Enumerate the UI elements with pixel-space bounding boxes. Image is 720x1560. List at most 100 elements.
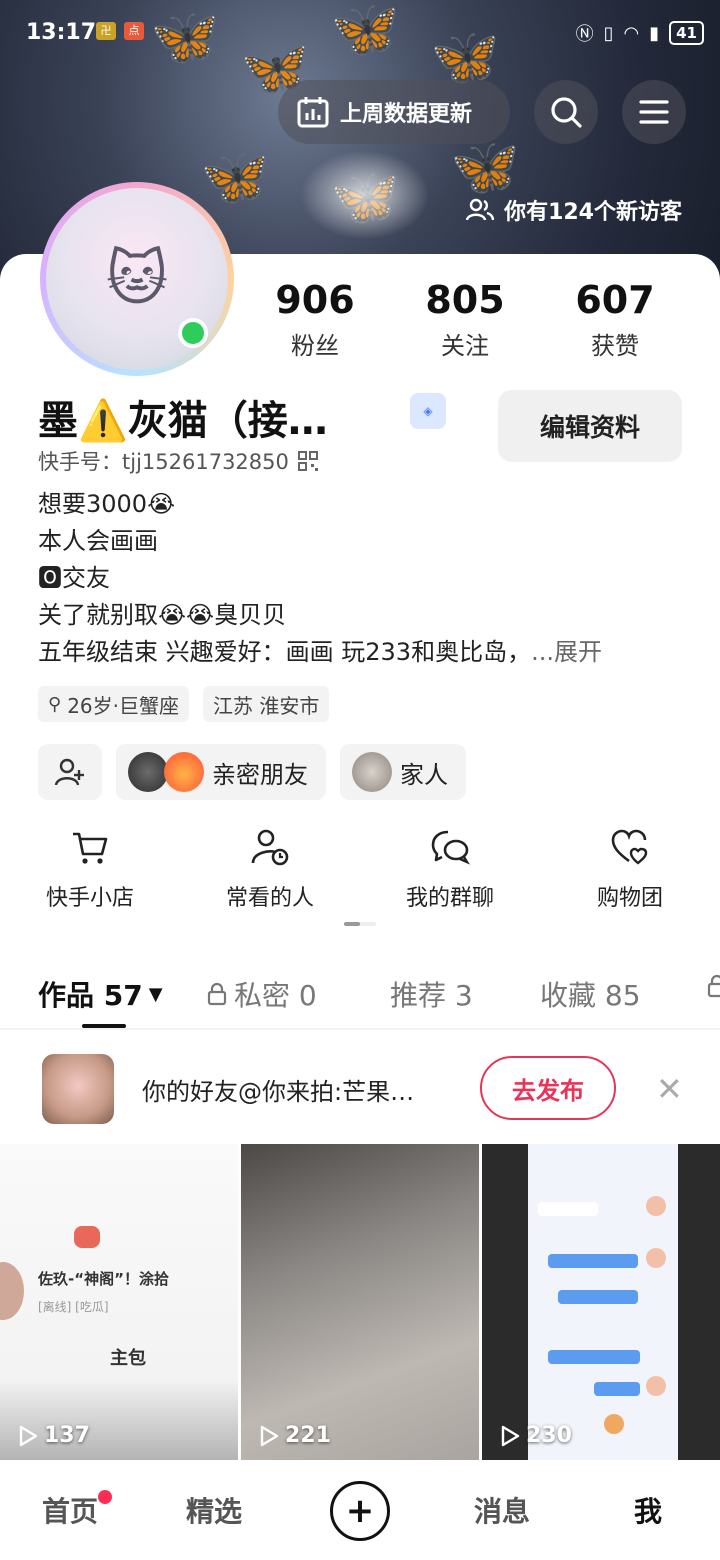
view-count-text: 230 [526,1423,572,1448]
profile-tags: ⚲ 26岁·巨蟹座 江苏 淮安市 [38,686,330,722]
new-visitors-link[interactable]: 你有124个新访客 [466,194,682,226]
likes-count: 607 [575,278,655,322]
level-badge-icon[interactable]: ◈ [410,393,446,429]
page-indicator [344,922,376,926]
close-friends-chip[interactable]: 亲密朋友 [116,744,326,800]
active-tab-underline [82,1024,126,1028]
quick-actions: 快手小店 常看的人 我的群聊 购物团 [0,828,720,912]
cart-icon [73,832,108,864]
kuaishou-id[interactable]: 快手号：tjj15261732850 [38,446,319,476]
nav-featured[interactable]: 精选 [186,1490,242,1530]
tab-favorites[interactable]: 收藏 85 [540,974,641,1014]
video-thumbnail[interactable]: 221 [241,1144,479,1460]
bio-line-last: 五年级结束 兴趣爱好：画画 玩233和奥比岛，...展开 [38,634,688,671]
add-friend-button[interactable] [38,744,102,800]
video-grid: 佐玖-“神阁”！涂拾 [离线] [吃瓜] 主包 137 221 230 [0,1144,720,1460]
light-glow [300,150,430,240]
nav-me[interactable]: 我 [634,1490,662,1530]
quick-action-label: 我的群聊 [405,886,494,911]
calendar-chart-icon [297,97,329,128]
tab-favorites-label: 收藏 85 [540,979,641,1012]
quick-action-label: 购物团 [596,886,663,911]
qr-code-icon[interactable] [297,450,319,472]
notification-icon: 卍 [96,22,116,40]
chat-bubble [594,1382,640,1396]
chat-avatar [646,1376,666,1396]
quick-action-frequent[interactable]: 常看的人 [180,828,360,912]
video-thumbnail[interactable]: 佐玖-“神阁”！涂拾 [离线] [吃瓜] 主包 137 [0,1144,238,1460]
family-avatar [352,752,392,792]
thumbnail-decoration [74,1226,100,1248]
kuaishou-id-text: 快手号：tjj15261732850 [38,450,289,474]
stat-followers[interactable]: 906 粉丝 [260,278,370,361]
location-text: 江苏 淮安市 [213,693,320,718]
play-icon [501,1425,520,1446]
gender-icon: ⚲ [48,693,62,715]
plus-icon: + [345,1491,375,1531]
quick-action-shop[interactable]: 快手小店 [0,828,180,912]
chat-bubble [548,1350,640,1364]
butterfly-decoration: 🦋 [450,135,520,200]
online-status-dot [178,318,208,348]
tab-recommended-label: 推荐 3 [390,979,473,1012]
tab-recommended[interactable]: 推荐 3 [390,974,473,1014]
age-zodiac-text: 26岁·巨蟹座 [67,693,179,718]
family-label: 家人 [400,760,448,789]
weekly-data-button[interactable]: 上周数据更新 [278,80,510,144]
play-icon [260,1425,279,1446]
invite-text: 你的好友@你来拍:芒果… [142,1078,415,1106]
visitors-text: 你有124个新访客 [504,200,682,225]
play-icon [19,1425,38,1446]
friend-avatar [128,752,168,792]
stat-likes[interactable]: 607 获赞 [560,278,670,361]
sim-icon: ▮ [649,22,660,44]
close-icon[interactable]: ✕ [656,1070,683,1108]
followers-count: 906 [275,278,355,322]
status-bar: 13:17 卍 点 Ⓝ ▯ ◠ ▮ 41 [0,0,720,70]
nav-home[interactable]: 首页 [42,1490,98,1530]
chat-bubble [548,1254,638,1268]
publish-button[interactable]: 去发布 [480,1056,616,1120]
bio-line: 本人会画画 [38,527,158,555]
chat-bubble [558,1290,638,1304]
tab-private[interactable]: 私密 0 [206,974,317,1014]
nav-messages[interactable]: 消息 [474,1490,530,1530]
profile-name: 墨⚠️灰猫（接… [38,398,328,444]
friend-invite-banner: 你的好友@你来拍:芒果… 去发布 ✕ [0,1034,720,1144]
hamburger-menu-icon [639,100,669,124]
view-count-text: 221 [285,1423,331,1448]
bio-line: 五年级结束 兴趣爱好：画画 玩233和奥比岛， [38,638,532,666]
quick-action-shopping-group[interactable]: 购物团 [540,828,720,912]
nfc-icon: Ⓝ [575,24,594,45]
search-button[interactable] [534,80,598,144]
thumbnail-caption: 佐玖-“神阁”！涂拾 [38,1270,169,1288]
view-count-text: 137 [44,1423,90,1448]
person-clock-icon [251,829,289,866]
bio[interactable]: 想要3000😭 本人会画画 🅾交友 关了就别取😭😭臭贝贝 五年级结束 兴趣爱好：… [38,486,688,671]
expand-bio-link[interactable]: ...展开 [531,638,602,666]
tab-private-label: 私密 0 [234,979,317,1012]
stat-following[interactable]: 805 关注 [410,278,520,361]
heart-group-icon [611,829,648,865]
create-button[interactable]: + [330,1481,390,1541]
quick-action-groups[interactable]: 我的群聊 [360,828,540,912]
video-thumbnail[interactable]: 230 [482,1144,720,1460]
tab-works[interactable]: 作品 57 ▼ [38,974,163,1014]
friend-avatar [164,752,204,792]
search-icon [551,97,582,128]
content-tabs: 作品 57 ▼ 私密 0 推荐 3 收藏 85 [0,966,720,1030]
following-label: 关注 [441,332,489,360]
tab-more-locked[interactable] [706,974,720,998]
edit-profile-button[interactable]: 编辑资料 [498,390,682,462]
quick-action-label: 常看的人 [225,886,314,911]
chat-screenshot [528,1144,678,1460]
view-count: 221 [259,1423,331,1448]
chat-bubbles-icon [431,830,470,865]
menu-button[interactable] [622,80,686,144]
avatar[interactable]: 🐱 [40,182,234,376]
chat-bubble [538,1202,598,1216]
family-chip[interactable]: 家人 [340,744,466,800]
thumbnail-subtitle: [离线] [吃瓜] [38,1300,109,1314]
chat-avatar [646,1248,666,1268]
caret-down-icon: ▼ [148,983,163,1005]
